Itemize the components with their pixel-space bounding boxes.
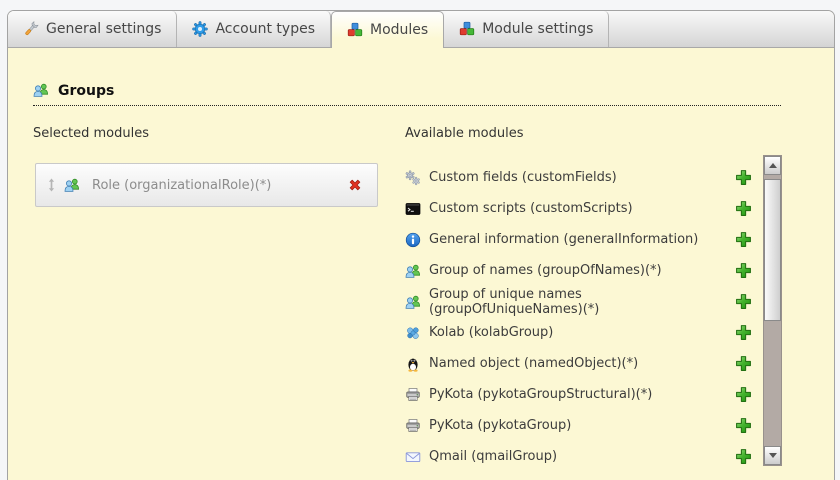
printer-icon <box>405 387 429 403</box>
selected-modules-label: Selected modules <box>33 126 149 141</box>
add-module-button[interactable] <box>735 293 755 310</box>
info-icon <box>405 232 429 248</box>
terminal-icon <box>405 201 429 217</box>
tab-bar-filler <box>609 11 834 47</box>
scrollbar-down-button[interactable] <box>764 446 781 465</box>
available-module-row: Custom scripts (customScripts) <box>405 193 755 224</box>
available-module-name: Custom fields (customFields) <box>429 170 617 185</box>
available-modules-scrollbar[interactable] <box>763 155 782 466</box>
arrow-up-icon <box>768 163 777 168</box>
remove-module-button[interactable] <box>347 177 363 193</box>
tab-general-settings[interactable]: General settings <box>8 11 178 47</box>
section-header: Groups <box>33 82 781 106</box>
available-module-name: PyKota (pykotaGroupStructural)(*) <box>429 387 653 402</box>
selected-module-name: Role (organizationalRole)(*) <box>92 177 272 193</box>
tab-account-types[interactable]: Account types <box>177 11 331 47</box>
available-module-name: Named object (namedObject)(*) <box>429 356 639 371</box>
scrollbar-thumb[interactable] <box>764 179 781 321</box>
add-module-button[interactable] <box>735 169 755 186</box>
add-module-button[interactable] <box>735 324 755 341</box>
tab-bar: General settings Account types Modules Modu… <box>8 11 834 48</box>
gear-icon <box>192 21 209 37</box>
penguin-icon <box>405 356 429 372</box>
available-module-name: Group of names (groupOfNames)(*) <box>429 263 662 278</box>
available-module-row: Qmail (qmailGroup) <box>405 441 755 472</box>
available-module-row: PyKota (pykotaGroup) <box>405 410 755 441</box>
available-module-name: General information (generalInformation) <box>429 232 699 247</box>
settings-window: General settings Account types Modules Modu… <box>7 10 835 480</box>
wrench-icon <box>23 21 39 37</box>
selected-module-row[interactable]: Role (organizationalRole)(*) <box>35 163 378 207</box>
printer-icon <box>405 418 429 434</box>
envelope-icon <box>405 449 429 465</box>
available-modules-list: Custom fields (customFields) Custom scrip… <box>405 162 755 472</box>
add-module-button[interactable] <box>735 355 755 372</box>
available-module-name: Kolab (kolabGroup) <box>429 325 554 340</box>
add-module-button[interactable] <box>735 200 755 217</box>
available-module-row: General information (generalInformation) <box>405 224 755 255</box>
available-module-row: Named object (namedObject)(*) <box>405 348 755 379</box>
available-module-name: Qmail (qmailGroup) <box>429 449 558 464</box>
available-module-row: PyKota (pykotaGroupStructural)(*) <box>405 379 755 410</box>
tab-label: Module settings <box>482 21 594 37</box>
modules-icon <box>459 21 475 37</box>
group-icon <box>33 82 50 99</box>
group-icon <box>405 294 429 310</box>
available-module-name: Custom scripts (customScripts) <box>429 201 633 216</box>
kolab-icon <box>405 325 429 341</box>
scrollbar-up-button[interactable] <box>764 156 781 175</box>
section-title: Groups <box>58 82 115 99</box>
available-module-row: Custom fields (customFields) <box>405 162 755 193</box>
available-module-row: Group of unique names (groupOfUniqueName… <box>405 286 755 317</box>
add-module-button[interactable] <box>735 386 755 403</box>
add-module-button[interactable] <box>735 448 755 465</box>
sort-handle-icon[interactable] <box>47 178 56 192</box>
add-module-button[interactable] <box>735 417 755 434</box>
available-module-name: Group of unique names (groupOfUniqueName… <box>429 286 600 317</box>
modules-icon <box>347 22 363 38</box>
tab-module-settings[interactable]: Module settings <box>444 11 610 47</box>
group-icon <box>64 177 80 193</box>
tab-label: Modules <box>370 22 429 38</box>
add-module-button[interactable] <box>735 262 755 279</box>
selected-modules-list: Role (organizationalRole)(*) <box>35 163 378 207</box>
available-module-row: Group of names (groupOfNames)(*) <box>405 255 755 286</box>
available-module-name: PyKota (pykotaGroup) <box>429 418 572 433</box>
tab-label: Account types <box>215 21 315 37</box>
available-module-row: Kolab (kolabGroup) <box>405 317 755 348</box>
group-icon <box>405 263 429 279</box>
arrow-down-icon <box>768 453 777 458</box>
tab-modules[interactable]: Modules <box>331 11 445 48</box>
add-module-button[interactable] <box>735 231 755 248</box>
available-modules-label: Available modules <box>405 126 524 141</box>
tab-label: General settings <box>46 21 162 37</box>
gears-icon <box>405 170 429 186</box>
